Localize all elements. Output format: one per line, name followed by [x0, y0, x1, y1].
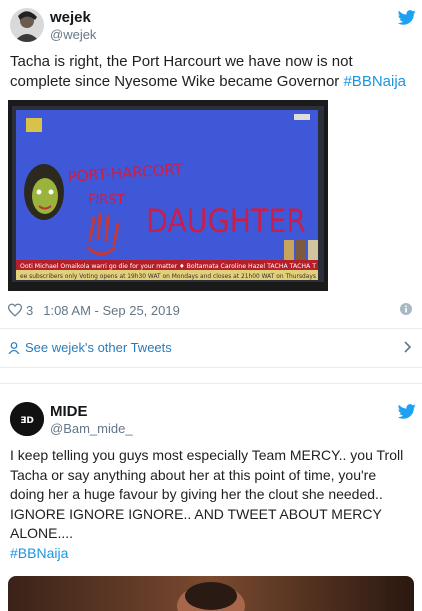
tv-ticker-line1: Ooti Michael Omaikola warri go die for y…	[20, 263, 316, 270]
tv-title-line2: FIRST	[88, 193, 125, 208]
display-name[interactable]: wejek	[50, 9, 91, 26]
svg-text:ƎD: ƎD	[20, 416, 34, 426]
avatar[interactable]	[10, 8, 44, 42]
avatar[interactable]: ƎD	[10, 402, 44, 436]
tv-screen-photo: PORT-HARCORT FIRST DAUGHTER Ooti Michael…	[8, 100, 328, 291]
info-icon[interactable]	[400, 303, 412, 315]
user-handle[interactable]: @wejek	[50, 27, 96, 42]
heart-icon[interactable]	[8, 303, 22, 317]
twitter-bird-icon[interactable]	[398, 404, 416, 419]
tv-title-line3: DAUGHTER	[146, 202, 306, 240]
see-other-tweets-link[interactable]: See wejek's other Tweets	[0, 328, 422, 366]
tweet-stats: 3 1:08 AM - Sep 25, 2019	[8, 301, 414, 319]
tweet-body: I keep telling you guys most especially …	[10, 447, 404, 541]
display-name[interactable]: MIDE	[50, 403, 88, 420]
chevron-right-icon	[404, 341, 412, 353]
hashtag-link[interactable]: #BBNaija	[10, 544, 410, 564]
tweet-text: I keep telling you guys most especially …	[10, 446, 410, 563]
tweet-card: wejek @wejek Tacha is right, the Port Ha…	[0, 0, 422, 368]
tv-ticker-line2: ee subscribers only Voting opens at 19h3…	[20, 273, 316, 280]
timestamp[interactable]: 1:08 AM - Sep 25, 2019	[43, 303, 180, 318]
tweet-text: Tacha is right, the Port Harcourt we hav…	[10, 52, 410, 92]
twitter-bird-icon[interactable]	[398, 10, 416, 25]
tweet-body: Tacha is right, the Port Harcourt we hav…	[10, 53, 353, 90]
like-count[interactable]: 3	[26, 303, 33, 318]
tweet-media-image[interactable]	[8, 576, 414, 611]
person-icon	[8, 341, 20, 354]
hashtag-link[interactable]: #BBNaija	[343, 73, 406, 90]
tweet-card: ƎD MIDE @Bam_mide_ I keep telling you gu…	[0, 383, 422, 611]
see-other-tweets-label: See wejek's other Tweets	[25, 340, 172, 355]
user-handle[interactable]: @Bam_mide_	[50, 421, 133, 436]
tweet-media-image[interactable]: PORT-HARCORT FIRST DAUGHTER Ooti Michael…	[8, 100, 328, 291]
